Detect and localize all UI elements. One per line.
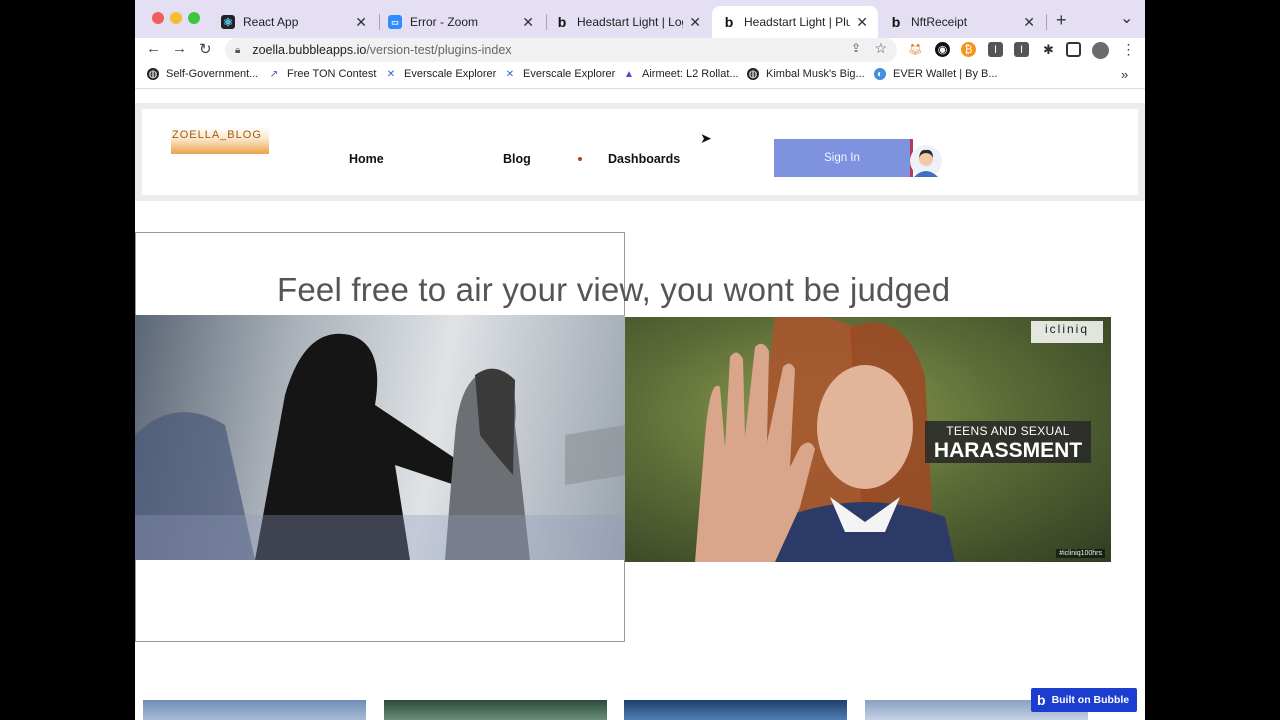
airmeet-icon: ▲ xyxy=(624,68,634,80)
bookmark-everscale-explorer[interactable]: ✕ Everscale Explorer xyxy=(385,68,497,80)
image-hashtag: #icliniq100hrs xyxy=(1056,549,1105,558)
tab-headstart-plugins[interactable]: b Headstart Light | Plugins ✕ xyxy=(712,6,878,38)
zoom-icon: ▭ xyxy=(388,15,402,29)
everscale-icon: ✕ xyxy=(505,68,515,80)
tab-close-icon[interactable]: ✕ xyxy=(522,14,534,31)
bookmark-airmeet[interactable]: ▲ Airmeet: L2 Rollat... xyxy=(623,68,739,80)
url-path: /version-test/plugins-index xyxy=(366,43,512,57)
forward-button[interactable]: → xyxy=(172,40,187,57)
profile-avatar-icon[interactable] xyxy=(1092,42,1109,59)
tab-label: Headstart Light | Login xyxy=(577,15,683,29)
bubble-icon: b xyxy=(557,14,567,30)
bookmark-ever-wallet[interactable]: ◐ EVER Wallet | By B... xyxy=(874,68,998,80)
site-logo[interactable]: ZOELLA_BLOG xyxy=(171,127,269,154)
tab-react-app[interactable]: ⚛ React App ✕ xyxy=(211,6,377,38)
shadow-scene-illustration xyxy=(135,333,625,560)
side-panel-icon[interactable] xyxy=(1066,42,1081,57)
bookmark-label: Kimbal Musk's Big... xyxy=(766,68,865,80)
bookmark-free-ton-contest[interactable]: ↗ Free TON Contest xyxy=(268,68,377,80)
minimize-window-button[interactable] xyxy=(170,12,182,24)
globe-icon: ◍ xyxy=(147,68,159,80)
icliniq-logo: icliniq xyxy=(1031,321,1103,343)
blog-thumbnail[interactable] xyxy=(143,700,366,720)
caption-line-2: HARASSMENT xyxy=(933,439,1083,462)
tab-headstart-login[interactable]: b Headstart Light | Login ✕ xyxy=(545,6,711,38)
sign-in-button[interactable]: Sign In xyxy=(774,139,913,177)
nav-blog[interactable]: Blog xyxy=(503,152,531,166)
bubble-logo-icon: b xyxy=(1037,692,1046,708)
tab-close-icon[interactable]: ✕ xyxy=(856,14,868,31)
tab-error-zoom[interactable]: ▭ Error - Zoom ✕ xyxy=(378,6,544,38)
bookmarks-bar: ◍ Self-Government... ↗ Free TON Contest ✕ E… xyxy=(135,62,1145,89)
back-button[interactable]: ← xyxy=(146,40,161,57)
teens-harassment-image: icliniq TEENS AND SEXUAL HARASSMENT #icl… xyxy=(625,317,1111,562)
ton-icon: ↗ xyxy=(269,68,279,80)
metamask-icon[interactable]: 🦊︎ xyxy=(908,42,923,57)
bookmark-kimbal-musk[interactable]: ◍ Kimbal Musk's Big... xyxy=(747,68,865,80)
globe-icon: ◍ xyxy=(747,68,759,80)
bookmark-label: Everscale Explorer xyxy=(523,68,616,80)
tab-nftreceipt[interactable]: b NftReceipt ✕ xyxy=(879,6,1045,38)
new-tab-button[interactable]: + xyxy=(1056,10,1067,31)
nav-home[interactable]: Home xyxy=(349,152,384,166)
tab-separator xyxy=(1046,14,1047,30)
page-heading: Feel free to air your view, you wont be … xyxy=(277,271,951,308)
bookmark-label: EVER Wallet | By B... xyxy=(893,68,998,80)
bookmark-label: Everscale Explorer xyxy=(404,68,497,80)
url-host: zoella.bubbleapps.io xyxy=(252,43,367,57)
everscale-icon: ✕ xyxy=(386,68,396,80)
image-caption: TEENS AND SEXUAL HARASSMENT xyxy=(925,421,1091,463)
bookmarks-overflow-icon[interactable]: » xyxy=(1121,67,1128,82)
nav-dashboards[interactable]: Dashboards xyxy=(608,152,680,166)
lock-icon: 🔒︎ xyxy=(235,44,241,56)
tab-label: React App xyxy=(243,15,299,29)
tab-label: NftReceipt xyxy=(911,15,968,29)
tab-close-icon[interactable]: ✕ xyxy=(689,14,701,31)
tab-close-icon[interactable]: ✕ xyxy=(355,14,367,31)
bookmark-label: Airmeet: L2 Rollat... xyxy=(642,68,739,80)
ever-wallet-icon: ◐ xyxy=(874,68,886,80)
built-on-bubble-badge[interactable]: b Built on Bubble xyxy=(1031,688,1137,712)
badge-label: Built on Bubble xyxy=(1051,694,1130,706)
bubble-icon: b xyxy=(891,14,901,30)
close-window-button[interactable] xyxy=(152,12,164,24)
caption-line-1: TEENS AND SEXUAL xyxy=(946,424,1070,438)
bookmark-label: Free TON Contest xyxy=(287,68,377,80)
bookmark-everscale-explorer-2[interactable]: ✕ Everscale Explorer xyxy=(504,68,616,80)
harassment-school-image xyxy=(135,315,625,560)
share-icon[interactable]: ⇪ xyxy=(851,41,861,55)
user-avatar-icon[interactable] xyxy=(910,143,942,179)
maximize-window-button[interactable] xyxy=(188,12,200,24)
tab-search-chevron-icon[interactable]: ⌄ xyxy=(1120,8,1133,28)
browser-toolbar: ← → ↻ 🔒︎ zoella.bubbleapps.io/version-te… xyxy=(135,38,1145,62)
bookmark-star-icon[interactable]: ☆ xyxy=(874,40,887,57)
tab-label: Error - Zoom xyxy=(410,15,479,29)
nav-indicator-dot xyxy=(578,157,582,161)
address-bar[interactable]: 🔒︎ zoella.bubbleapps.io/version-test/plu… xyxy=(225,38,897,62)
tab-label: Headstart Light | Plugins xyxy=(744,15,851,29)
extension-circle-icon[interactable]: ◉ xyxy=(935,42,950,57)
page-content: ZOELLA_BLOG Home Blog Dashboards Sign In… xyxy=(135,90,1145,720)
extension-i-icon[interactable]: I xyxy=(1014,42,1029,57)
reload-button[interactable]: ↻ xyxy=(199,40,212,58)
tab-strip: ⚛ React App ✕ ▭ Error - Zoom ✕ b Headsta… xyxy=(135,0,1145,38)
blog-thumbnail[interactable] xyxy=(384,700,607,720)
tab-close-icon[interactable]: ✕ xyxy=(1023,14,1035,31)
bubble-icon: b xyxy=(724,14,734,30)
extensions-puzzle-icon[interactable]: ✱ xyxy=(1041,42,1056,57)
mouse-cursor-icon: ➤ xyxy=(700,130,712,146)
bookmark-label: Self-Government... xyxy=(166,68,259,80)
browser-menu-icon[interactable]: ⋮ xyxy=(1121,41,1136,57)
extension-coin-icon[interactable]: ₿ xyxy=(961,42,976,57)
extension-i-icon[interactable]: I xyxy=(988,42,1003,57)
react-icon: ⚛ xyxy=(221,15,235,29)
blog-thumbnail[interactable] xyxy=(624,700,847,720)
bookmark-self-government[interactable]: ◍ Self-Government... xyxy=(147,68,258,80)
browser-window: ⚛ React App ✕ ▭ Error - Zoom ✕ b Headsta… xyxy=(135,0,1145,720)
